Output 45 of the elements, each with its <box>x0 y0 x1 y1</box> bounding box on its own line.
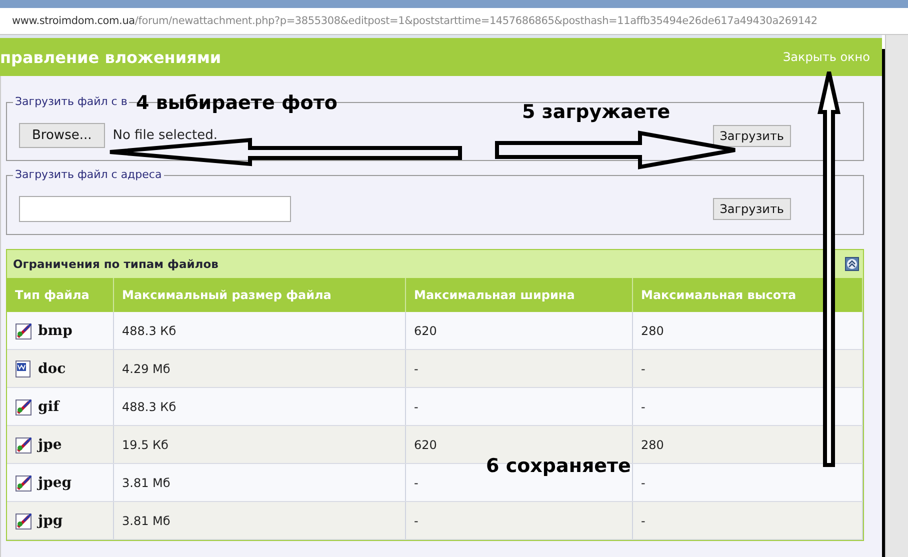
table-cell: - <box>406 388 632 426</box>
collapse-icon[interactable] <box>845 257 859 271</box>
url-input-field[interactable] <box>19 196 291 222</box>
column-header: Максимальная ширина <box>406 278 632 312</box>
scrollbar[interactable] <box>885 35 908 557</box>
panel-legend: Загрузить файл с в <box>13 95 130 108</box>
browse-button[interactable]: Browse... <box>19 123 105 148</box>
file-type: doc <box>38 360 66 376</box>
file-type: gif <box>38 398 60 414</box>
table-cell: 3.81 Мб <box>114 502 406 540</box>
window-title: правление вложениями <box>0 48 222 66</box>
table-cell: - <box>632 388 862 426</box>
table-cell: - <box>406 350 632 388</box>
table-cell: 488.3 Кб <box>114 388 406 426</box>
table-cell: - <box>632 350 862 388</box>
table-cell: 488.3 Кб <box>114 312 406 350</box>
file-status: No file selected. <box>112 128 218 143</box>
table-cell: - <box>632 464 862 502</box>
document-file-icon <box>15 360 33 378</box>
image-file-icon <box>15 398 33 416</box>
column-header: Максимальный размер файла <box>114 278 406 312</box>
table-cell: 280 <box>632 426 862 464</box>
file-type: jpeg <box>38 474 72 490</box>
file-type: jpe <box>38 436 62 452</box>
column-header: Тип файла <box>7 278 114 312</box>
table-cell: 3.81 Мб <box>114 464 406 502</box>
file-type: jpg <box>38 512 63 528</box>
table-cell: 280 <box>632 312 862 350</box>
table-cell: 19.5 Кб <box>114 426 406 464</box>
upload-button[interactable]: Загрузить <box>712 198 791 220</box>
table-cell: 620 <box>406 312 632 350</box>
table-cell: - <box>632 502 862 540</box>
column-header: Максимальная высота <box>632 278 862 312</box>
image-file-icon <box>15 512 33 530</box>
image-file-icon <box>15 436 33 454</box>
upload-button[interactable]: Загрузить <box>712 124 791 146</box>
section-title: Ограничения по типам файлов <box>13 257 218 271</box>
annotation-text: 4 выбираете фото <box>136 92 338 114</box>
table-cell: - <box>406 502 632 540</box>
file-type: bmp <box>38 322 72 338</box>
panel-legend: Загрузить файл с адреса <box>13 168 164 181</box>
image-file-icon <box>15 322 33 340</box>
annotation-text: 5 загружаете <box>522 101 670 123</box>
image-file-icon <box>15 474 33 492</box>
table-cell: 4.29 Мб <box>114 350 406 388</box>
